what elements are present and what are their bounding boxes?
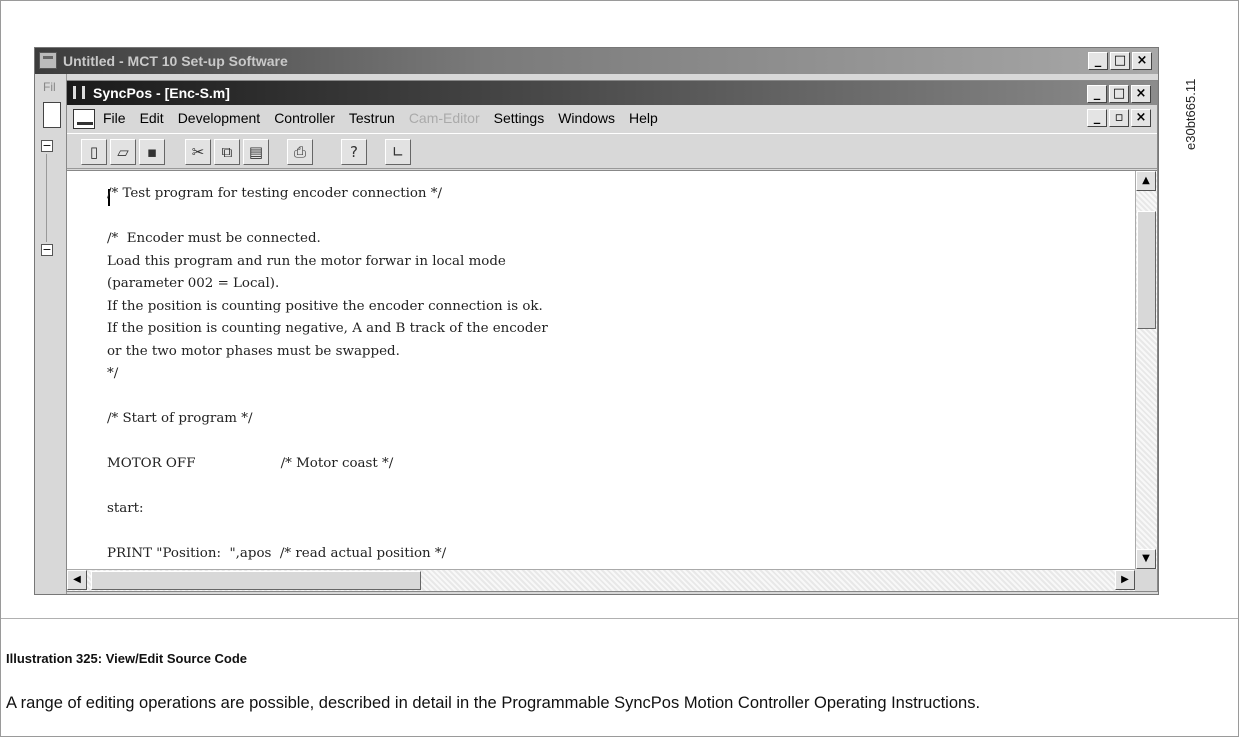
toolbar-edit-group: ✂ ⧉ ▤ <box>185 139 269 165</box>
toolbar: ▯ ▱ ▪ ✂ ⧉ ▤ ⎙ ? ∟ <box>67 133 1157 169</box>
mct10-close-button[interactable]: × <box>1132 52 1152 70</box>
vertical-scrollbar[interactable]: ▲ ▼ <box>1135 171 1157 569</box>
code-line[interactable]: (parameter 002 = Local). <box>107 273 1127 296</box>
mct10-app-icon <box>39 52 57 69</box>
syncpos-minimize-button[interactable]: _ <box>1087 85 1107 103</box>
help-icon[interactable]: ? <box>341 139 367 165</box>
code-line[interactable] <box>107 431 1127 454</box>
mct10-maximize-button[interactable]: □ <box>1110 52 1130 70</box>
save-icon[interactable]: ▪ <box>139 139 165 165</box>
syncpos-close-button[interactable]: × <box>1131 85 1151 103</box>
caption-divider <box>1 618 1238 619</box>
document-icon[interactable] <box>73 109 95 129</box>
tree-line <box>46 154 47 242</box>
menu-controller[interactable]: Controller <box>274 110 335 126</box>
source-code[interactable]: /* Test program for testing encoder conn… <box>107 183 1127 561</box>
figure-caption: Illustration 325: View/Edit Source Code <box>6 651 248 666</box>
code-line[interactable]: or the two motor phases must be swapped. <box>107 341 1127 364</box>
toolbar-chart-group: ∟ <box>385 139 411 165</box>
scroll-up-icon[interactable]: ▲ <box>1136 171 1156 191</box>
syncpos-title-bar[interactable]: SyncPos - [Enc-S.m] _ □ × <box>67 81 1157 105</box>
document-close-button[interactable]: × <box>1131 109 1151 127</box>
mct10-minimize-button[interactable]: _ <box>1088 52 1108 70</box>
menu-bar: File Edit Development Controller Testrun… <box>67 105 1157 133</box>
code-line[interactable]: */ <box>107 363 1127 386</box>
code-line[interactable]: /* Encoder must be connected. <box>107 228 1127 251</box>
mct10-toolbar-fragment[interactable] <box>43 102 61 128</box>
menu-cam-editor: Cam-Editor <box>408 110 480 126</box>
mct10-title-bar[interactable]: Untitled - MCT 10 Set-up Software _ □ × <box>35 48 1158 74</box>
code-line[interactable]: /* Test program for testing encoder conn… <box>107 183 1127 206</box>
syncpos-window-title: SyncPos - [Enc-S.m] <box>93 85 230 101</box>
open-folder-icon[interactable]: ▱ <box>110 139 136 165</box>
copy-icon[interactable]: ⧉ <box>214 139 240 165</box>
code-line[interactable]: If the position is counting positive the… <box>107 296 1127 319</box>
mct10-file-menu-fragment[interactable]: Fil <box>43 80 56 94</box>
document-minimize-button[interactable]: _ <box>1087 109 1107 127</box>
code-line[interactable]: start: <box>107 498 1127 521</box>
menu-development[interactable]: Development <box>178 110 261 126</box>
code-line[interactable]: PRINT "Position: ",apos /* read actual p… <box>107 543 1127 561</box>
code-line[interactable]: Load this program and run the motor forw… <box>107 251 1127 274</box>
code-editor[interactable]: /* Test program for testing encoder conn… <box>67 170 1157 591</box>
code-line[interactable] <box>107 476 1127 499</box>
syncpos-maximize-button[interactable]: □ <box>1109 85 1129 103</box>
code-line[interactable] <box>107 386 1127 409</box>
paste-icon[interactable]: ▤ <box>243 139 269 165</box>
mct10-window-title: Untitled - MCT 10 Set-up Software <box>63 53 288 69</box>
figure-id: e30bt665.11 <box>1183 78 1198 150</box>
menu-edit[interactable]: Edit <box>140 110 164 126</box>
tree-collapse-icon[interactable]: − <box>41 244 53 256</box>
vertical-scroll-thumb[interactable] <box>1137 211 1156 329</box>
scroll-down-icon[interactable]: ▼ <box>1136 549 1156 569</box>
code-line[interactable] <box>107 521 1127 544</box>
mct10-tree-pane: Fil − − <box>35 74 67 594</box>
horizontal-scroll-thumb[interactable] <box>91 571 421 590</box>
figure-description: A range of editing operations are possib… <box>6 694 981 712</box>
menu-windows[interactable]: Windows <box>558 110 615 126</box>
toolbar-help-group: ? <box>341 139 367 165</box>
syncpos-app-icon <box>73 86 85 99</box>
new-file-icon[interactable]: ▯ <box>81 139 107 165</box>
scroll-right-icon[interactable]: ▶ <box>1115 570 1135 590</box>
document-restore-button[interactable]: ▫ <box>1109 109 1129 127</box>
toolbar-print-group: ⎙ <box>287 139 313 165</box>
print-icon[interactable]: ⎙ <box>287 139 313 165</box>
menu-items: File Edit Development Controller Testrun… <box>103 110 658 126</box>
horizontal-scrollbar[interactable]: ◀ ▶ <box>67 569 1135 591</box>
chart-icon[interactable]: ∟ <box>385 139 411 165</box>
mct10-window-controls: _ □ × <box>1088 52 1152 70</box>
code-line[interactable]: /* Start of program */ <box>107 408 1127 431</box>
code-line[interactable]: If the position is counting negative, A … <box>107 318 1127 341</box>
code-line[interactable]: MOTOR OFF /* Motor coast */ <box>107 453 1127 476</box>
toolbar-file-group: ▯ ▱ ▪ <box>81 139 165 165</box>
code-line[interactable] <box>107 206 1127 229</box>
menu-help[interactable]: Help <box>629 110 658 126</box>
menu-testrun[interactable]: Testrun <box>349 110 395 126</box>
tree-collapse-icon[interactable]: − <box>41 140 53 152</box>
menu-file[interactable]: File <box>103 110 126 126</box>
document-window-controls: _ ▫ × <box>1087 109 1151 127</box>
scroll-left-icon[interactable]: ◀ <box>67 570 87 590</box>
scrollbar-corner <box>1135 569 1157 591</box>
menu-settings[interactable]: Settings <box>494 110 545 126</box>
cut-icon[interactable]: ✂ <box>185 139 211 165</box>
syncpos-window-controls: _ □ × <box>1087 85 1151 103</box>
syncpos-window: SyncPos - [Enc-S.m] _ □ × File Edit Deve… <box>66 80 1158 592</box>
